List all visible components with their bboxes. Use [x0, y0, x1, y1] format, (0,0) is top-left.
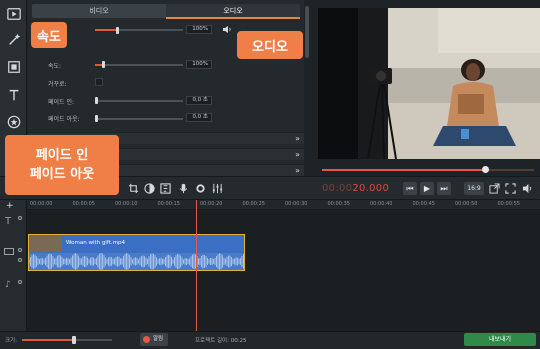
panel-scrollbar-thumb[interactable]: [305, 6, 309, 58]
audio-equalizer-icon[interactable]: [210, 181, 224, 195]
ruler-tick-label: 00:00:20: [200, 201, 223, 207]
add-track-icon[interactable]: +: [6, 201, 14, 211]
waveform-graphic: [29, 253, 244, 270]
fade-in-value[interactable]: 0,0 초: [186, 96, 212, 105]
tab-audio[interactable]: 오디오: [166, 4, 300, 18]
callout-fade-out: 페이드 아웃: [29, 167, 95, 182]
speed-label: 속도:: [48, 63, 62, 70]
settings-gear-icon[interactable]: [193, 181, 207, 195]
track-visibility-icon[interactable]: [18, 248, 22, 252]
preview-frame-image: [318, 8, 540, 159]
reverse-label: 거꾸로:: [48, 81, 67, 88]
track-mute-icon[interactable]: [18, 280, 22, 284]
ruler-tick-label: 00:00:45: [412, 201, 435, 207]
callout-fade: 페이드 인 페이드 아웃: [5, 135, 119, 195]
ruler-tick-label: 00:00:05: [72, 201, 95, 207]
notification-bell-icon: [143, 336, 150, 343]
callout-audio: 오디오: [237, 31, 303, 59]
previous-frame-button[interactable]: ⏮: [403, 182, 417, 195]
music-track-icon: ♪: [5, 280, 11, 290]
ruler-tick-label: 00:00:50: [455, 201, 478, 207]
playback-timecode: 00:0020.000: [322, 183, 389, 194]
track-headers: + T ♪: [0, 200, 27, 331]
ruler-tick-label: 00:00:30: [285, 201, 308, 207]
expand-chevron-icon: »: [295, 166, 300, 175]
clip-audio-waveform: [29, 253, 244, 270]
zoom-label: 크기:: [5, 338, 17, 344]
ruler-tick-label: 00:00:10: [115, 201, 138, 207]
ruler-tick-label: 00:00:25: [242, 201, 265, 207]
ruler-tick-label: 00:00:15: [157, 201, 180, 207]
track-visibility-icon[interactable]: [18, 216, 22, 220]
clip-name: Woman with gift.mp4: [66, 240, 125, 246]
timeline-tracks[interactable]: [27, 211, 540, 331]
filters-icon[interactable]: [4, 57, 23, 76]
play-button[interactable]: ▶: [420, 182, 434, 195]
timeline-playhead[interactable]: [196, 200, 197, 332]
timeline-clip[interactable]: Woman with gift.mp4: [28, 234, 245, 271]
magic-wand-icon[interactable]: [4, 30, 23, 49]
callout-fade-in: 페이드 인: [35, 148, 89, 163]
clip-thumbnail: [30, 236, 62, 252]
tab-video[interactable]: 비디오: [32, 4, 166, 18]
next-frame-button[interactable]: ⏭: [437, 182, 451, 195]
video-track-icon: [4, 248, 14, 255]
reverse-checkbox[interactable]: [95, 78, 103, 86]
expand-chevron-icon: »: [295, 134, 300, 143]
zoom-slider-fill: [22, 339, 74, 341]
stickers-icon[interactable]: [4, 112, 23, 131]
timecode-hours: 00:00: [322, 183, 353, 194]
playback-seek-progress: [322, 169, 486, 171]
speed-slider[interactable]: [95, 64, 183, 66]
titles-icon[interactable]: [4, 85, 23, 104]
volume-icon[interactable]: [520, 181, 534, 195]
playback-seek-handle[interactable]: [482, 166, 489, 173]
zoom-slider-handle[interactable]: [72, 336, 76, 344]
fade-out-slider[interactable]: [95, 118, 183, 120]
video-preview: [318, 8, 540, 159]
ruler-tick-label: 00:00:40: [370, 201, 393, 207]
track-mute-icon[interactable]: [18, 258, 22, 262]
callout-speed: 속도: [31, 22, 67, 48]
ruler-tick-label: 00:00:55: [497, 201, 520, 207]
ruler-tick-label: 00:00:00: [30, 201, 53, 207]
fade-out-slider-handle[interactable]: [95, 115, 98, 122]
clip-properties-icon[interactable]: [158, 181, 172, 195]
timecode-seconds: 20.000: [352, 183, 390, 194]
panel-tabs: 비디오 오디오: [32, 4, 300, 18]
aspect-ratio-button[interactable]: 16:9: [464, 182, 484, 195]
speed-slider-handle[interactable]: [102, 61, 105, 68]
project-duration: 프로젝트 길이: 00:25: [195, 338, 247, 344]
detach-player-icon[interactable]: [487, 181, 501, 195]
color-adjust-icon[interactable]: [142, 181, 156, 195]
fullscreen-icon[interactable]: [503, 181, 517, 195]
fade-in-slider[interactable]: [95, 100, 183, 102]
title-track-icon: T: [5, 216, 12, 227]
volume-slider-fill: [95, 29, 117, 31]
crop-icon[interactable]: [126, 181, 140, 195]
fade-out-label: 페이드 아웃:: [48, 116, 80, 123]
speaker-icon[interactable]: [222, 25, 232, 34]
active-tab-indicator: [166, 17, 300, 19]
fade-in-label: 페이드 인:: [48, 99, 75, 106]
import-media-icon[interactable]: [4, 4, 23, 23]
export-button[interactable]: 내보내기: [464, 333, 536, 346]
volume-value[interactable]: 100%: [186, 25, 212, 34]
fade-out-value[interactable]: 0,0 초: [186, 113, 212, 122]
expand-chevron-icon: »: [295, 150, 300, 159]
fade-in-slider-handle[interactable]: [95, 97, 98, 104]
volume-slider-handle[interactable]: [116, 27, 119, 34]
speed-value[interactable]: 100%: [186, 60, 212, 69]
record-audio-icon[interactable]: [176, 181, 190, 195]
ruler-tick-label: 00:00:35: [327, 201, 350, 207]
